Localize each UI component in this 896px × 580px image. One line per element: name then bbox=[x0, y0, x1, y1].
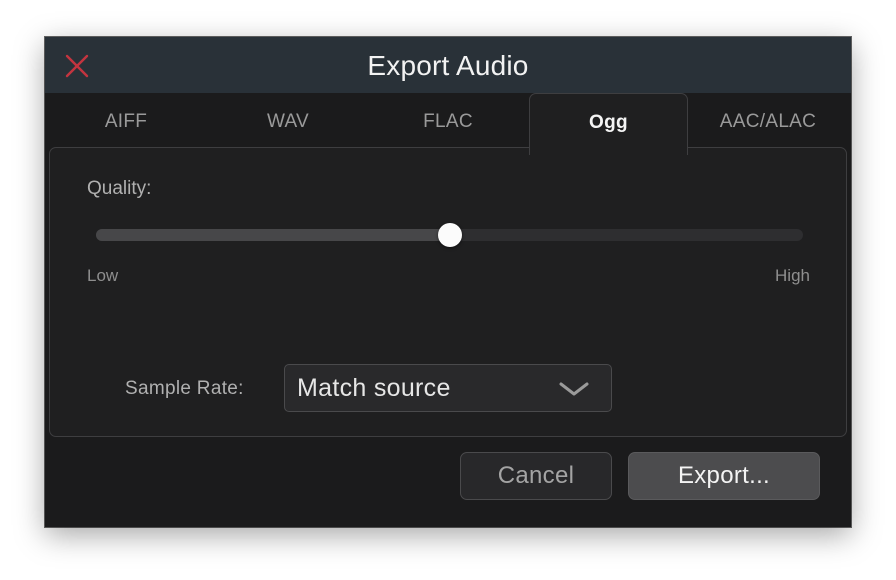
tab-aiff[interactable]: AIFF bbox=[48, 93, 204, 151]
quality-low-label: Low bbox=[87, 266, 119, 285]
close-x-icon bbox=[65, 54, 89, 78]
sample-rate-select[interactable]: Match source bbox=[284, 364, 612, 412]
quality-label: Quality: bbox=[87, 178, 152, 199]
dialog-title: Export Audio bbox=[367, 50, 529, 81]
quality-high-label: High bbox=[775, 266, 810, 285]
export-button[interactable]: Export... bbox=[628, 452, 820, 500]
title-bar: Export Audio bbox=[45, 37, 851, 93]
sample-rate-value: Match source bbox=[297, 374, 451, 402]
quality-slider[interactable] bbox=[96, 223, 803, 247]
export-audio-dialog: Export Audio AIFF WAV FLAC Ogg AAC/ALAC … bbox=[45, 37, 851, 527]
tab-flac[interactable]: FLAC bbox=[368, 93, 528, 151]
tab-wav[interactable]: WAV bbox=[208, 93, 368, 151]
tab-aac-alac[interactable]: AAC/ALAC bbox=[688, 93, 848, 151]
ogg-settings-panel: Quality: Low High Sample Rate: Match sou… bbox=[49, 147, 847, 437]
chevron-down-icon bbox=[559, 382, 589, 396]
close-button[interactable] bbox=[65, 54, 89, 78]
quality-slider-thumb[interactable] bbox=[437, 223, 462, 247]
sample-rate-label: Sample Rate: bbox=[125, 378, 244, 399]
cancel-button[interactable]: Cancel bbox=[460, 452, 612, 500]
format-tabs: AIFF WAV FLAC Ogg AAC/ALAC bbox=[45, 93, 851, 155]
tab-ogg[interactable]: Ogg bbox=[529, 93, 688, 155]
quality-slider-fill bbox=[96, 229, 450, 241]
